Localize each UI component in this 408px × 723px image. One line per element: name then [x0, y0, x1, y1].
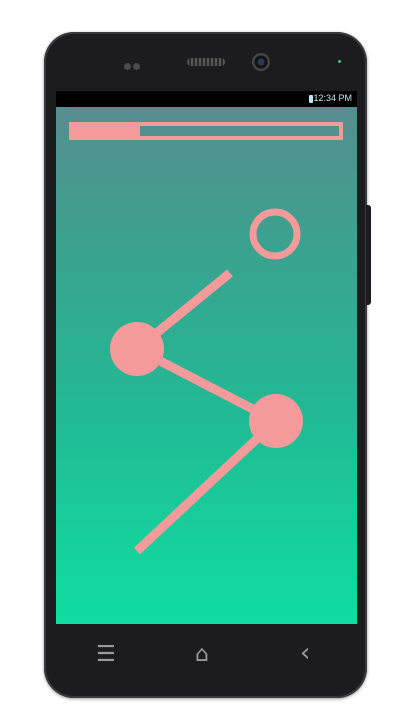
home-icon[interactable]: ⌂ [195, 644, 209, 666]
rope-node-right[interactable] [249, 394, 303, 448]
menu-icon[interactable]: ☰ [96, 644, 116, 666]
earpiece-speaker [187, 58, 225, 66]
front-camera-icon [252, 53, 270, 71]
power-button [366, 205, 371, 305]
notification-led [338, 60, 341, 63]
rope-segment-bottom [133, 417, 280, 555]
game-field[interactable] [56, 91, 357, 624]
target-ring-icon [249, 208, 301, 260]
back-icon[interactable]: ‹ [300, 640, 310, 666]
rope-node-left[interactable] [110, 322, 164, 376]
game-screen[interactable]: 12:34 PM [56, 91, 357, 624]
navigation-bar: ☰ ⌂ ‹ [44, 632, 367, 687]
